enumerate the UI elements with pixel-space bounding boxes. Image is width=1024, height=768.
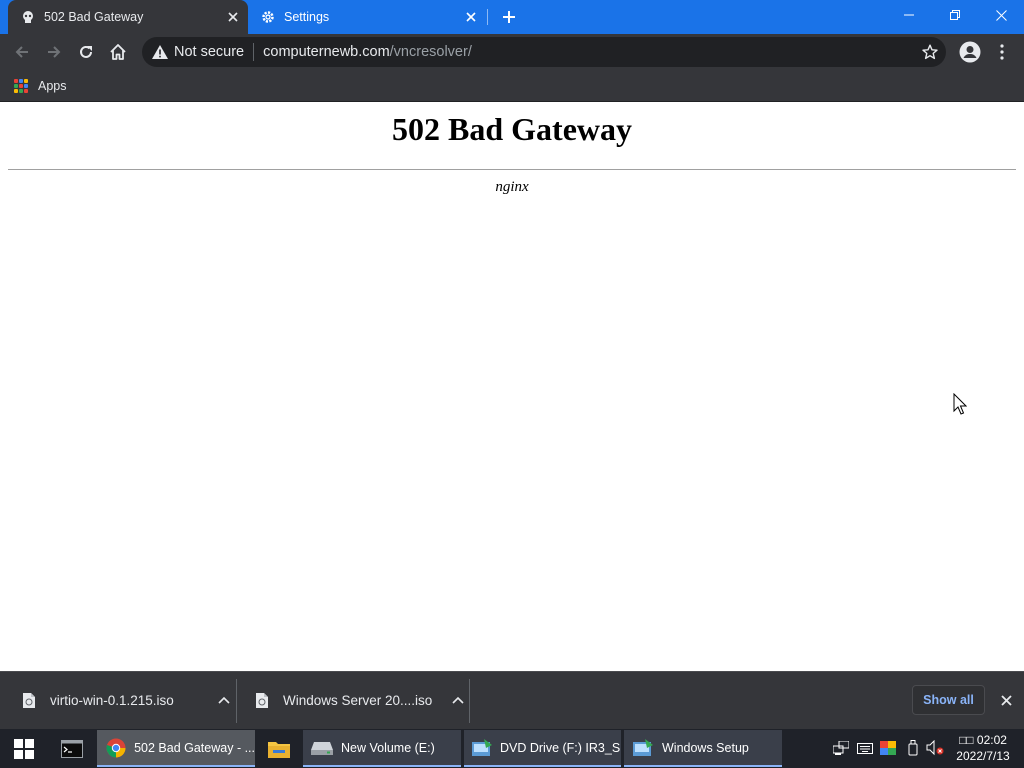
close-shelf-button[interactable] [996,690,1016,710]
tab-title: Settings [284,10,330,24]
gear-icon [260,9,276,25]
profile-button[interactable] [956,38,984,66]
taskbar-item-windows-setup[interactable]: Windows Setup [624,730,782,767]
close-icon [1000,694,1012,706]
usb-device-icon[interactable] [904,739,922,757]
url-host: computernewb.com [263,44,390,60]
apps-shortcut[interactable]: Apps [14,76,67,96]
clock-time: □□ 02:02 [959,733,1007,747]
arrow-right-icon [48,46,61,58]
account-icon [959,41,981,63]
file-explorer-taskbar-button[interactable] [256,730,302,767]
tab-divider [487,9,488,25]
show-all-button[interactable]: Show all [912,685,985,715]
browser-menu-button[interactable] [988,38,1016,66]
command-prompt-icon [61,739,83,758]
server-name: nginx [495,179,529,195]
folder-icon [268,741,290,758]
taskbar-item-new-volume[interactable]: New Volume (E:) [303,730,461,767]
more-vert-icon [1000,44,1004,60]
minimize-icon [904,14,914,16]
chevron-up-icon[interactable] [448,690,468,710]
setup-icon [632,737,654,759]
clock-date: 2022/7/13 [956,749,1010,763]
horizontal-rule [8,169,1016,170]
windows-taskbar: 502 Bad Gateway - ... New Volume (E:) DV… [0,729,1024,768]
download-shelf: virtio-win-0.1.215.iso Windows Server 20… [0,671,1024,729]
start-button[interactable] [0,730,48,767]
security-label[interactable]: Not secure [174,44,244,60]
home-icon [110,44,126,60]
site-favicon-icon [20,9,36,25]
minimize-button[interactable] [886,0,932,30]
restore-button[interactable] [932,0,978,30]
download-divider [469,679,470,723]
file-icon [23,692,35,708]
arrow-left-icon [15,46,28,58]
mouse-cursor-icon [953,393,967,415]
taskbar-item-chrome[interactable]: 502 Bad Gateway - ... [97,730,255,767]
keyboard-icon[interactable] [856,739,874,757]
display-icon[interactable] [879,739,897,757]
download-item[interactable]: Windows Server 20....iso [255,680,468,720]
tab-close-icon[interactable] [222,6,244,28]
tab-title: 502 Bad Gateway [44,10,144,24]
bookmarks-bar: Apps [0,70,1024,102]
file-icon [256,692,268,708]
drive-icon [311,737,333,759]
omnibox-divider [253,43,255,61]
bookmark-star-icon[interactable] [920,42,940,62]
download-divider [236,679,237,723]
url-path: /vncresolver/ [389,44,472,60]
address-bar[interactable]: Not secure computernewb.com/vncresolver/ [142,37,946,67]
setup-icon [472,737,492,759]
download-filename: Windows Server 20....iso [283,692,433,708]
taskbar-item-label: DVD Drive (F:) IR3_S... [500,740,621,755]
error-heading: 502 Bad Gateway [392,111,632,147]
system-clock[interactable]: □□ 02:02 2022/7/13 [950,732,1016,764]
back-button[interactable] [8,38,36,66]
forward-button[interactable] [40,38,68,66]
tab-settings[interactable]: Settings [250,0,486,34]
browser-toolbar: Not secure computernewb.com/vncresolver/ [0,34,1024,70]
windows-logo-icon [14,738,34,759]
taskbar-item-label: New Volume (E:) [341,740,435,755]
home-button[interactable] [104,38,132,66]
reload-icon [80,45,92,58]
tab-close-icon[interactable] [460,6,482,28]
window-close-button[interactable] [978,0,1024,30]
apps-grid-icon [14,79,28,93]
new-tab-button[interactable] [496,4,522,30]
download-filename: virtio-win-0.1.215.iso [50,692,174,708]
warning-icon[interactable] [151,43,169,61]
tab-502-bad-gateway[interactable]: 502 Bad Gateway [8,0,248,34]
terminal-taskbar-button[interactable] [48,730,96,767]
close-icon [995,9,1007,21]
reload-button[interactable] [72,38,100,66]
taskbar-item-dvd-drive[interactable]: DVD Drive (F:) IR3_S... [464,730,621,767]
apps-label: Apps [38,79,67,93]
page-content: 502 Bad Gateway nginx [0,103,1024,671]
chrome-icon [105,737,126,759]
taskbar-item-label: 502 Bad Gateway - ... [134,740,255,755]
download-item[interactable]: virtio-win-0.1.215.iso [22,680,234,720]
plus-icon [503,11,515,23]
tab-strip: 502 Bad Gateway Settings [0,0,1024,34]
volume-muted-icon[interactable] [926,739,944,757]
network-icon[interactable] [832,739,850,757]
chevron-up-icon[interactable] [214,690,234,710]
taskbar-item-label: Windows Setup [662,740,749,755]
restore-icon [950,10,960,20]
